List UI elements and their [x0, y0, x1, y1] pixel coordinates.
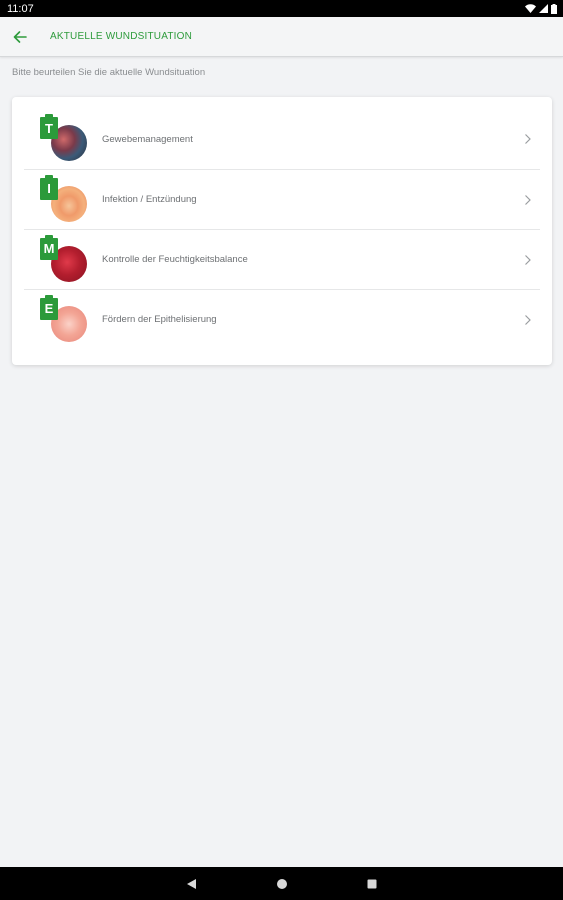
- list-item-infektion[interactable]: I Infektion / Entzündung: [24, 169, 540, 229]
- nav-recents-button[interactable]: [363, 875, 381, 893]
- nav-home-button[interactable]: [273, 875, 291, 893]
- list-item-gewebemanagement[interactable]: T Gewebemanagement: [24, 109, 540, 169]
- status-time: 11:07: [7, 2, 34, 15]
- chevron-right-icon: [518, 129, 538, 149]
- item-thumbnail: I: [40, 174, 88, 222]
- item-thumbnail: E: [40, 294, 88, 342]
- arrow-left-icon: [13, 30, 27, 43]
- list-item-feuchtigkeitsbalance[interactable]: M Kontrolle der Feuchtigkeitsbalance: [24, 229, 540, 289]
- app-bar: AKTUELLE WUNDSITUATION: [0, 17, 563, 57]
- item-label: Fördern der Epithelisierung: [102, 314, 217, 325]
- subtitle: Bitte beurteilen Sie die aktuelle Wundsi…: [12, 67, 206, 78]
- item-label: Gewebemanagement: [102, 133, 193, 145]
- back-button[interactable]: [0, 17, 40, 57]
- item-label: Infektion / Entzündung: [102, 194, 197, 205]
- chevron-right-icon: [518, 190, 538, 210]
- item-thumbnail: M: [40, 234, 88, 282]
- status-bar: 11:07: [0, 0, 563, 17]
- list-item-epithelisierung[interactable]: E Fördern der Epithelisierung: [24, 289, 540, 349]
- navigation-bar: [0, 867, 563, 900]
- chevron-right-icon: [518, 250, 538, 270]
- battery-icon: [551, 3, 557, 14]
- home-circle-icon: [276, 878, 287, 889]
- badge-t: T: [40, 114, 58, 139]
- back-triangle-icon: [187, 878, 196, 889]
- badge-m: M: [40, 234, 58, 260]
- chevron-right-icon: [518, 310, 538, 330]
- signal-icon: [539, 4, 548, 13]
- page-title: AKTUELLE WUNDSITUATION: [50, 31, 193, 42]
- recents-square-icon: [367, 879, 376, 888]
- badge-e: E: [40, 294, 58, 320]
- nav-back-button[interactable]: [183, 875, 201, 893]
- item-label: Kontrolle der Feuchtigkeitsbalance: [102, 254, 248, 265]
- wifi-icon: [525, 4, 536, 13]
- status-icons: [525, 3, 557, 14]
- assessment-card: T Gewebemanagement I Infektion / Entzünd…: [12, 97, 552, 365]
- badge-i: I: [40, 174, 58, 200]
- item-thumbnail: T: [40, 114, 88, 161]
